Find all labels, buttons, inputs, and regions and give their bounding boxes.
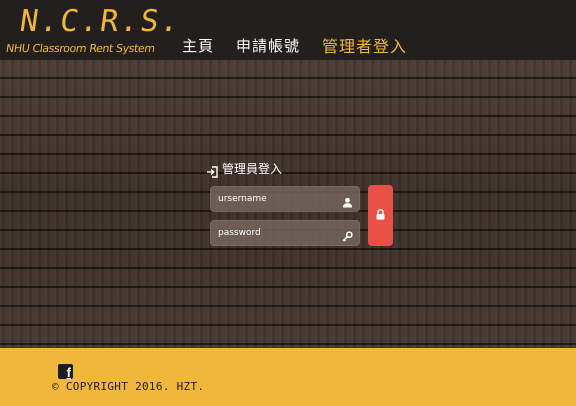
password-field [210, 220, 360, 246]
sign-in-icon [206, 163, 218, 178]
main-content: 管理員登入 [0, 60, 576, 348]
user-icon [342, 193, 353, 208]
brand-subtitle: NHU Classroom Rent System [5, 42, 156, 55]
username-input[interactable] [211, 187, 344, 211]
login-title: 管理員登入 [206, 160, 283, 178]
nav-item-admin-login[interactable]: 管理者登入 [322, 33, 407, 57]
main-nav: 主頁 申請帳號 管理者登入 [182, 33, 407, 57]
password-input[interactable] [211, 221, 344, 245]
key-icon [342, 227, 353, 242]
copyright-text: © COPYRIGHT 2016. HZT. [52, 380, 205, 393]
facebook-icon[interactable]: f [58, 364, 73, 379]
nav-item-apply-account[interactable]: 申請帳號 [236, 35, 300, 56]
brand-logo: N.C.R.S. [17, 4, 184, 39]
login-submit-button[interactable] [368, 185, 393, 246]
footer: f © COPYRIGHT 2016. HZT. [0, 348, 576, 406]
nav-item-home[interactable]: 主頁 [182, 35, 214, 56]
lock-icon [376, 209, 385, 220]
brand[interactable]: N.C.R.S. NHU Classroom Rent System [5, 2, 183, 58]
header: N.C.R.S. NHU Classroom Rent System 主頁 申請… [0, 0, 576, 60]
username-field [210, 186, 360, 212]
login-title-text: 管理員登入 [222, 162, 283, 176]
